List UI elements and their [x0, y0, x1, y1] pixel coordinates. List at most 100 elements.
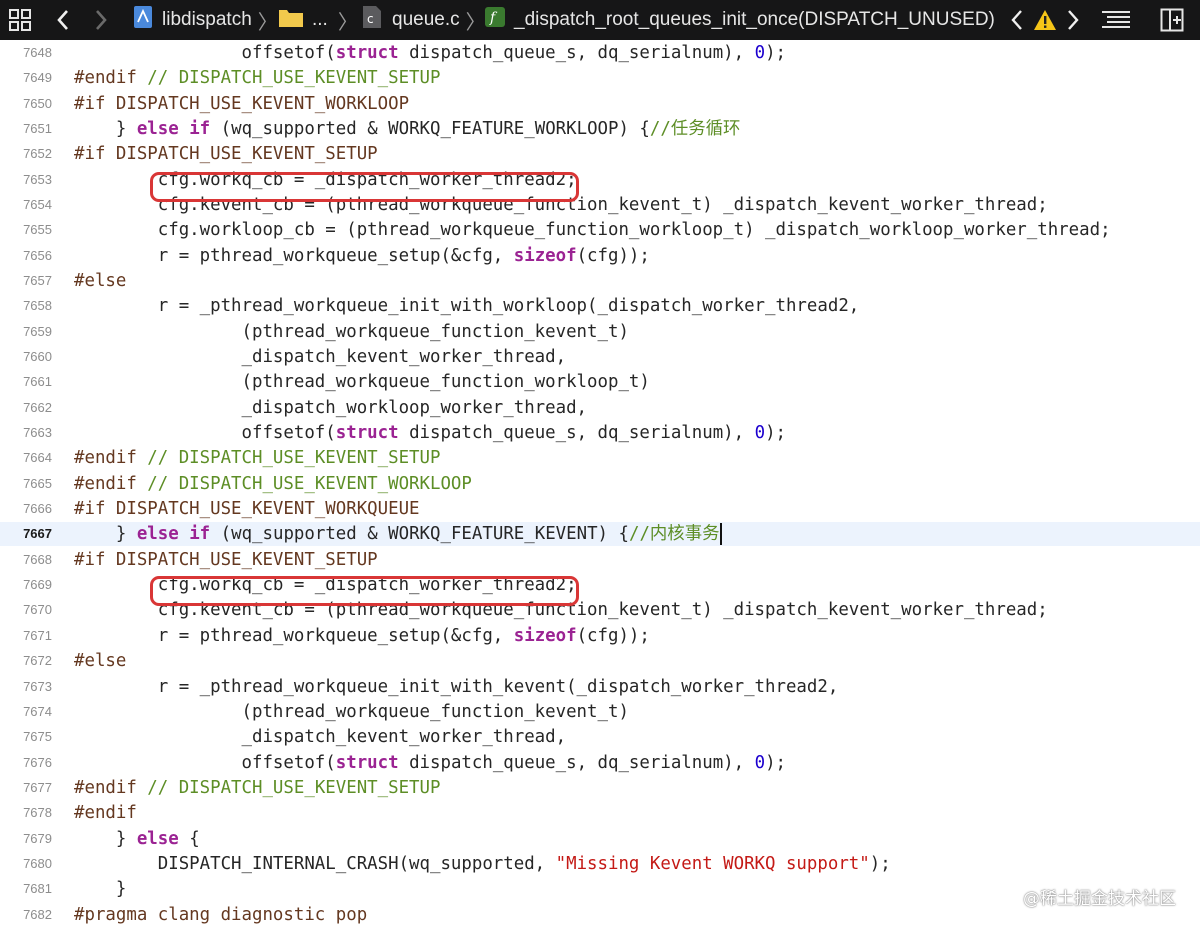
code-text[interactable]: #endif	[74, 801, 137, 825]
line-number[interactable]: 7661	[0, 370, 52, 394]
code-text[interactable]: offsetof(struct dispatch_queue_s, dq_ser…	[74, 421, 787, 445]
code-line[interactable]: 7680 DISPATCH_INTERNAL_CRASH(wq_supporte…	[0, 852, 1200, 876]
code-text[interactable]: #endif // DISPATCH_USE_KEVENT_SETUP	[74, 776, 440, 800]
line-number[interactable]: 7664	[0, 446, 52, 470]
line-number[interactable]: 7669	[0, 573, 52, 597]
code-line[interactable]: 7663 offsetof(struct dispatch_queue_s, d…	[0, 421, 1200, 445]
line-number[interactable]: 7652	[0, 142, 52, 166]
code-line[interactable]: 7664 #endif // DISPATCH_USE_KEVENT_SETUP	[0, 446, 1200, 470]
forward-chevron-icon[interactable]	[94, 0, 110, 40]
code-text[interactable]: _dispatch_kevent_worker_thread,	[74, 725, 567, 749]
line-number[interactable]: 7656	[0, 244, 52, 268]
code-text[interactable]: (pthread_workqueue_function_kevent_t)	[74, 320, 629, 344]
line-number[interactable]: 7663	[0, 421, 52, 445]
code-text[interactable]: r = pthread_workqueue_setup(&cfg, sizeof…	[74, 624, 650, 648]
code-line[interactable]: 7677 #endif // DISPATCH_USE_KEVENT_SETUP	[0, 776, 1200, 800]
line-number[interactable]: 7662	[0, 396, 52, 420]
code-text[interactable]: r = pthread_workqueue_setup(&cfg, sizeof…	[74, 244, 650, 268]
line-number[interactable]: 7671	[0, 624, 52, 648]
code-line[interactable]: 7668 #if DISPATCH_USE_KEVENT_SETUP	[0, 548, 1200, 572]
code-line[interactable]: 7650 #if DISPATCH_USE_KEVENT_WORKLOOP	[0, 92, 1200, 116]
code-line[interactable]: 7648 offsetof(struct dispatch_queue_s, d…	[0, 41, 1200, 65]
line-number[interactable]: 7678	[0, 801, 52, 825]
line-number[interactable]: 7673	[0, 675, 52, 699]
code-line[interactable]: 7676 offsetof(struct dispatch_queue_s, d…	[0, 751, 1200, 775]
warning-icon[interactable]	[1033, 0, 1057, 40]
line-number[interactable]: 7649	[0, 66, 52, 90]
code-line[interactable]: 7651 } else if (wq_supported & WORKQ_FEA…	[0, 117, 1200, 141]
code-text[interactable]: #if DISPATCH_USE_KEVENT_WORKQUEUE	[74, 497, 420, 521]
code-line[interactable]: 7660 _dispatch_kevent_worker_thread,	[0, 345, 1200, 369]
code-line[interactable]: 7656 r = pthread_workqueue_setup(&cfg, s…	[0, 244, 1200, 268]
line-number[interactable]: 7653	[0, 168, 52, 192]
issue-prev-icon[interactable]	[1010, 0, 1026, 40]
code-line[interactable]: 7675 _dispatch_kevent_worker_thread,	[0, 725, 1200, 749]
code-line[interactable]: 7666 #if DISPATCH_USE_KEVENT_WORKQUEUE	[0, 497, 1200, 521]
code-text[interactable]: _dispatch_kevent_worker_thread,	[74, 345, 567, 369]
line-number[interactable]: 7658	[0, 294, 52, 318]
code-line[interactable]: 7682 #pragma clang diagnostic pop	[0, 903, 1200, 927]
code-text[interactable]: r = _pthread_workqueue_init_with_workloo…	[74, 294, 860, 318]
issue-next-icon[interactable]	[1066, 0, 1082, 40]
code-text[interactable]: #endif // DISPATCH_USE_KEVENT_WORKLOOP	[74, 472, 472, 496]
code-text[interactable]: offsetof(struct dispatch_queue_s, dq_ser…	[74, 751, 787, 775]
code-line[interactable]: 7652 #if DISPATCH_USE_KEVENT_SETUP	[0, 142, 1200, 166]
jumpbar-folder[interactable]: ... 〉	[278, 0, 358, 40]
line-number[interactable]: 7668	[0, 548, 52, 572]
line-number[interactable]: 7660	[0, 345, 52, 369]
code-text[interactable]: } else if (wq_supported & WORKQ_FEATURE_…	[74, 117, 741, 141]
code-line[interactable]: 7665 #endif // DISPATCH_USE_KEVENT_WORKLO…	[0, 472, 1200, 496]
jumpbar-file[interactable]: c queue.c 〉	[362, 0, 486, 40]
code-line[interactable]: 7662 _dispatch_workloop_worker_thread,	[0, 396, 1200, 420]
code-text[interactable]: #if DISPATCH_USE_KEVENT_SETUP	[74, 548, 378, 572]
code-text[interactable]: (pthread_workqueue_function_kevent_t)	[74, 700, 629, 724]
line-number[interactable]: 7682	[0, 903, 52, 927]
code-text[interactable]: offsetof(struct dispatch_queue_s, dq_ser…	[74, 41, 787, 65]
code-text[interactable]: DISPATCH_INTERNAL_CRASH(wq_supported, "M…	[74, 852, 891, 876]
code-text[interactable]: }	[74, 877, 126, 901]
code-line[interactable]: 7674 (pthread_workqueue_function_kevent_…	[0, 700, 1200, 724]
grid-icon[interactable]	[8, 0, 34, 40]
line-number[interactable]: 7654	[0, 193, 52, 217]
code-line[interactable]: 7657 #else	[0, 269, 1200, 293]
code-text[interactable]: #if DISPATCH_USE_KEVENT_WORKLOOP	[74, 92, 409, 116]
code-text[interactable]: #else	[74, 269, 126, 293]
code-line[interactable]: 7678 #endif	[0, 801, 1200, 825]
code-line[interactable]: 7671 r = pthread_workqueue_setup(&cfg, s…	[0, 624, 1200, 648]
code-line[interactable]: 7661 (pthread_workqueue_function_workloo…	[0, 370, 1200, 394]
code-line[interactable]: 7679 } else {	[0, 827, 1200, 851]
code-line[interactable]: 7681 }	[0, 877, 1200, 901]
line-number[interactable]: 7677	[0, 776, 52, 800]
code-line[interactable]: 7673 r = _pthread_workqueue_init_with_ke…	[0, 675, 1200, 699]
line-number[interactable]: 7648	[0, 41, 52, 65]
code-text[interactable]: #endif // DISPATCH_USE_KEVENT_SETUP	[74, 446, 440, 470]
line-number[interactable]: 7680	[0, 852, 52, 876]
editor-options-icon[interactable]	[1101, 0, 1133, 40]
code-line[interactable]: 7658 r = _pthread_workqueue_init_with_wo…	[0, 294, 1200, 318]
jumpbar-project[interactable]: libdispatch 〉	[133, 0, 278, 40]
line-number[interactable]: 7676	[0, 751, 52, 775]
line-number[interactable]: 7659	[0, 320, 52, 344]
line-number[interactable]: 7657	[0, 269, 52, 293]
code-text[interactable]: #endif // DISPATCH_USE_KEVENT_SETUP	[74, 66, 440, 90]
line-number[interactable]: 7674	[0, 700, 52, 724]
code-text[interactable]: #else	[74, 649, 126, 673]
code-text[interactable]: #pragma clang diagnostic pop	[74, 903, 367, 927]
line-number[interactable]: 7666	[0, 497, 52, 521]
code-text[interactable]: _dispatch_workloop_worker_thread,	[74, 396, 588, 420]
back-chevron-icon[interactable]	[56, 0, 72, 40]
add-editor-icon[interactable]	[1160, 0, 1186, 40]
code-text[interactable]: r = _pthread_workqueue_init_with_kevent(…	[74, 675, 839, 699]
line-number[interactable]: 7675	[0, 725, 52, 749]
line-number[interactable]: 7650	[0, 92, 52, 116]
line-number[interactable]: 7651	[0, 117, 52, 141]
line-number[interactable]: 7672	[0, 649, 52, 673]
code-text[interactable]: cfg.workloop_cb = (pthread_workqueue_fun…	[74, 218, 1111, 242]
jumpbar-function[interactable]: f _dispatch_root_queues_init_once(DISPAT…	[484, 0, 995, 40]
line-number[interactable]: 7679	[0, 827, 52, 851]
code-text[interactable]: } else if (wq_supported & WORKQ_FEATURE_…	[74, 522, 723, 546]
code-text[interactable]: (pthread_workqueue_function_workloop_t)	[74, 370, 650, 394]
code-line[interactable]: 7649 #endif // DISPATCH_USE_KEVENT_SETUP	[0, 66, 1200, 90]
line-number[interactable]: 7655	[0, 218, 52, 242]
code-text[interactable]: #if DISPATCH_USE_KEVENT_SETUP	[74, 142, 378, 166]
